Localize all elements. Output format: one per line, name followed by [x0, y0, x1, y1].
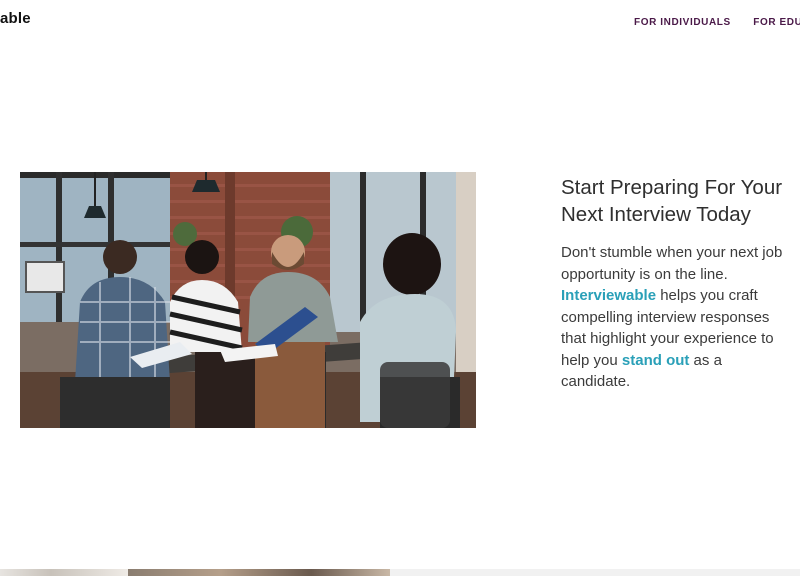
top-nav: FOR INDIVIDUALS FOR EDUC: [634, 12, 800, 30]
preview-image-1: [0, 569, 128, 576]
nav-for-individuals[interactable]: FOR INDIVIDUALS: [634, 17, 731, 28]
body-text-1: Don't stumble when your next job opportu…: [561, 244, 783, 283]
hero-body: Don't stumble when your next job opportu…: [561, 242, 786, 393]
hero-title: Start Preparing For Your Next Interview …: [561, 176, 783, 226]
nav-for-educators[interactable]: FOR EDUC: [753, 17, 800, 28]
stand-out-highlight: stand out: [621, 351, 690, 369]
brand-highlight: Interviewable: [561, 287, 657, 304]
preview-image-2: [128, 569, 390, 576]
brand-logo[interactable]: able: [0, 10, 31, 27]
hero-photo: [20, 172, 476, 428]
hero-copy: Start Preparing For Your Next Interview …: [561, 174, 786, 393]
next-section-preview: [0, 569, 800, 576]
